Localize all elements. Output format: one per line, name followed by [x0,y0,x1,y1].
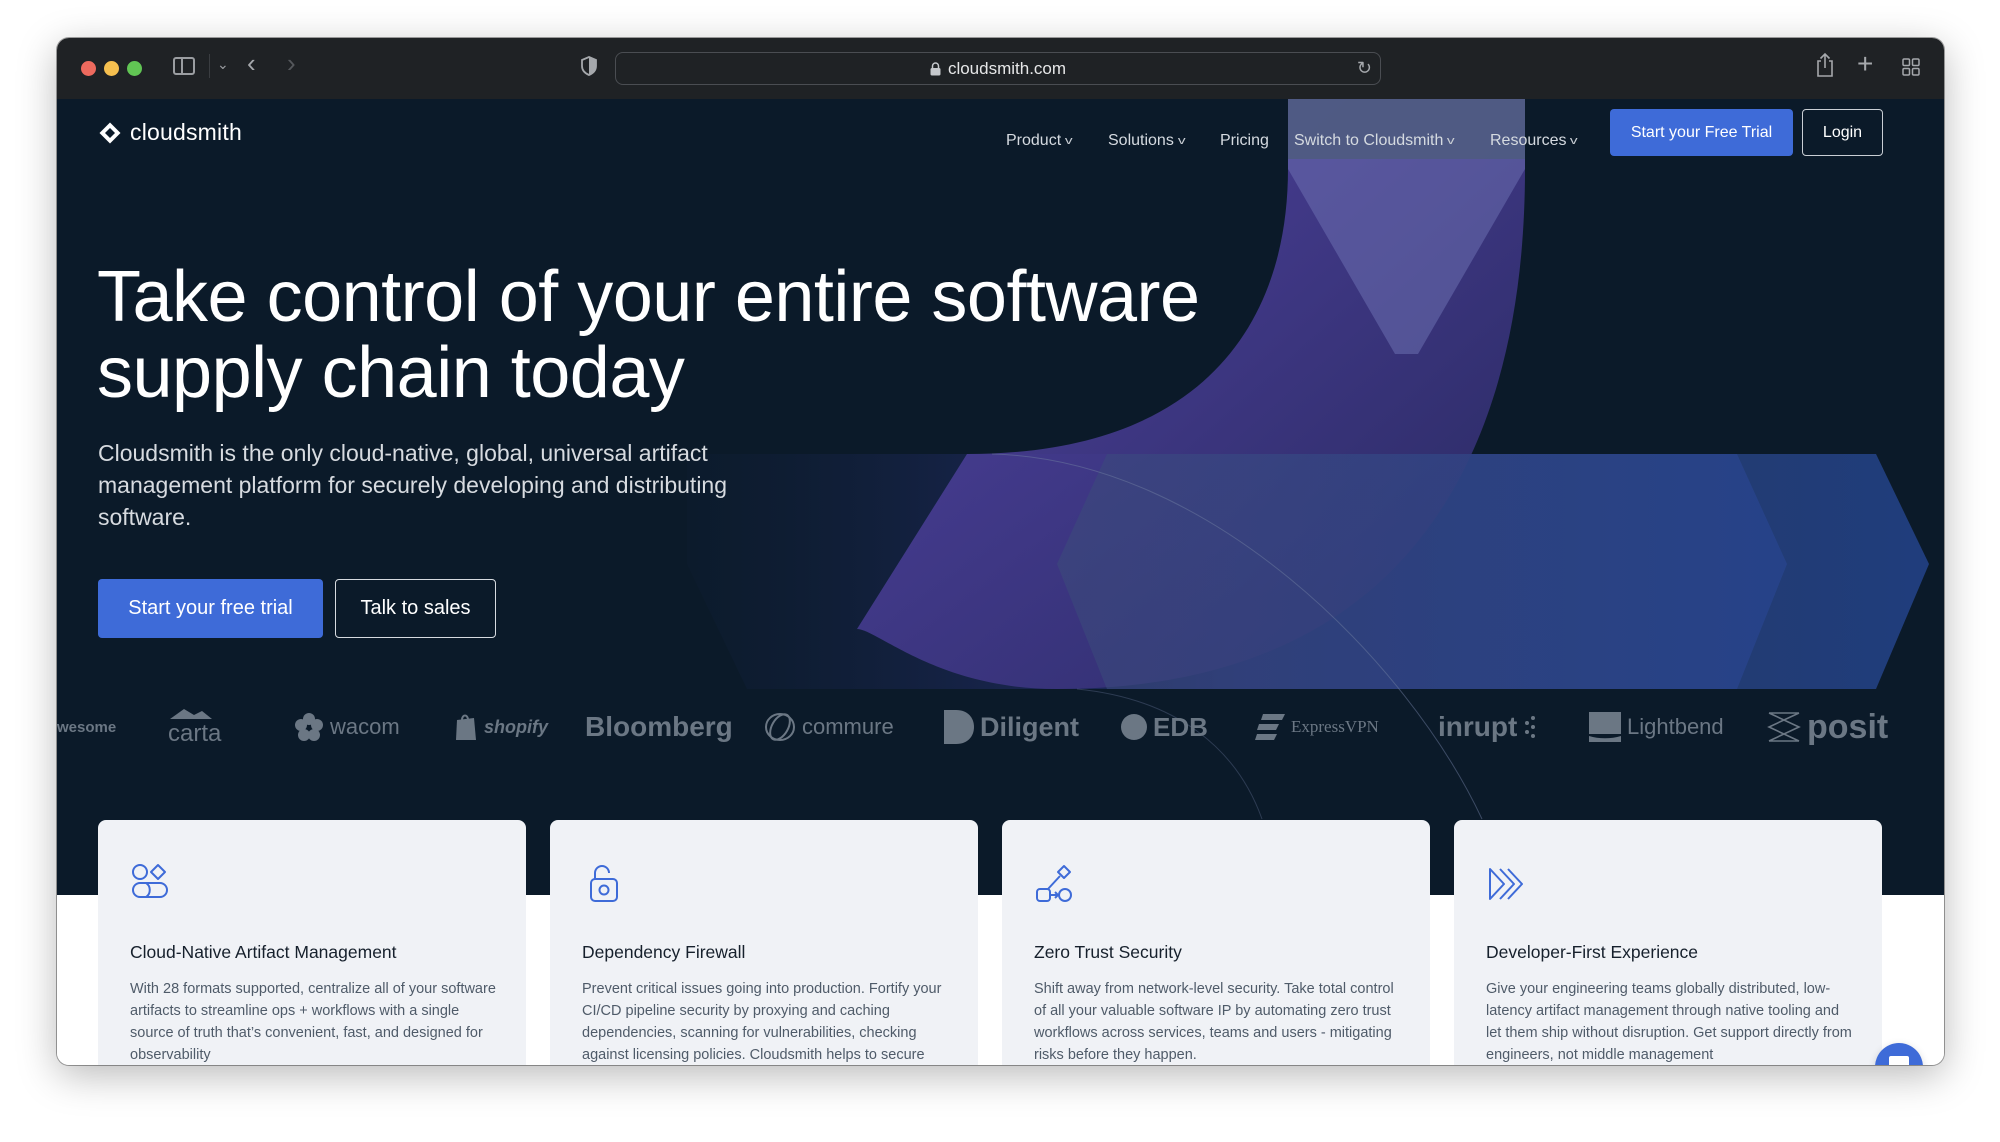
wacom-flower-icon [295,713,323,741]
nav-item-label: Switch to Cloudsmith [1294,132,1444,149]
toolbar-divider [209,54,210,78]
nav-item-resources[interactable]: Resources v [1490,132,1579,150]
shapes-icon [132,864,168,898]
chevron-down-icon: v [1570,135,1579,147]
address-bar[interactable]: cloudsmith.com ↻ [615,52,1381,85]
sidebar-icon[interactable] [173,57,195,75]
logo-wacom: wacom [294,697,400,757]
card-description: With 28 formats supported, centralize al… [130,981,496,1063]
card-title: Developer-First Experience [1486,942,1699,962]
logo-carta: carta [168,697,221,757]
reload-icon[interactable]: ↻ [1357,58,1372,79]
nav-item-label: Pricing [1220,132,1269,149]
shopify-bag-icon [456,714,476,740]
chat-widget-button[interactable] [1875,1043,1923,1065]
logo-text: wacom [330,714,400,739]
chevron-down-icon: v [1447,135,1455,147]
headline-line-2: supply chain today [97,333,685,413]
cloudsmith-logo-icon [99,122,121,143]
hero-subtext: Cloudsmith is the only cloud-native, glo… [98,440,728,530]
nav-item-solutions[interactable]: Solutions v [1108,132,1186,150]
logo-text: inrupt [1438,711,1518,742]
expressvpn-icon [1255,714,1285,740]
new-tab-button[interactable]: + [1857,48,1873,80]
edb-elephant-icon [1121,714,1147,740]
logo-text: Lightbend [1627,714,1724,739]
chevron-down-icon: v [1177,135,1186,147]
diligent-d-icon [944,710,974,744]
card-title: Zero Trust Security [1034,942,1182,962]
url-text: cloudsmith.com [947,58,1067,78]
page-content: cloudsmith Product v Solutions v Pricing… [57,99,1944,1065]
posit-icon [1767,712,1801,742]
browser-window: ⌄ ‹ › cloudsmith.com ↻ + cloudsmith Prod… [57,38,1944,1065]
logo-lightbend: Lightbend [1589,697,1724,757]
logo-text: Bloomberg [585,711,733,742]
nav-item-pricing[interactable]: Pricing [1220,132,1269,150]
unlock-icon [590,865,618,902]
card-description: Prevent critical issues going into produ… [582,981,942,1063]
feature-card-dependency-firewall[interactable]: Dependency Firewall Prevent critical iss… [550,820,978,1065]
card-description: Give your engineering teams globally dis… [1486,981,1852,1063]
feature-card-zero-trust[interactable]: Zero Trust Security Shift away from netw… [1002,820,1430,1065]
share-icon[interactable] [1815,52,1835,78]
grid-icon[interactable] [1902,58,1920,76]
logo-text: ExpressVPN [1291,717,1379,736]
login-button[interactable]: Login [1802,109,1883,156]
logo-text: wesome [57,718,117,736]
customer-logos-strip: wesome carta wacom shopify Bloomberg com… [57,697,1944,767]
chat-icon [1889,1056,1909,1065]
close-window-button[interactable] [81,61,96,76]
logo-shopify: shopify [454,697,548,757]
logo-awesome: wesome [57,697,116,757]
logo-text: EDB [1153,711,1208,742]
logo-inrupt: inrupt [1438,697,1537,757]
start-free-trial-button[interactable]: Start your free trial [98,579,323,638]
back-button[interactable]: ‹ [247,48,256,79]
logo-text: carta [168,720,222,747]
logo-expressvpn: ExpressVPN [1255,697,1379,757]
logo-commure: commure [764,697,894,757]
logo-text: commure [802,714,894,739]
nav-item-label: Product [1006,132,1062,149]
maximize-window-button[interactable] [127,61,142,76]
logo-text: shopify [484,716,549,737]
chevron-down-icon[interactable]: ⌄ [217,56,229,73]
lock-icon [930,61,941,75]
start-free-trial-nav-button[interactable]: Start your Free Trial [1610,109,1793,156]
forward-button[interactable]: › [287,48,296,79]
logo-text: Diligent [980,711,1079,742]
lightbend-icon [1589,712,1621,742]
logo-diligent: Diligent [944,697,1079,757]
inrupt-dots-icon [1525,716,1536,738]
commure-ring-icon [765,713,795,741]
minimize-window-button[interactable] [104,61,119,76]
nav-item-label: Resources [1490,132,1567,149]
fast-forward-icon [1489,868,1523,900]
shield-icon[interactable] [581,56,597,76]
nav-item-switch-to-cloudsmith[interactable]: Switch to Cloudsmith v [1294,132,1455,150]
nav-item-product[interactable]: Product v [1006,132,1073,150]
chevron-down-icon: v [1065,135,1073,147]
browser-toolbar: ⌄ ‹ › cloudsmith.com ↻ + [57,38,1944,99]
hex-shape-right [1057,454,1929,689]
card-title: Dependency Firewall [582,942,746,962]
logo-text: cloudsmith [130,119,242,145]
nav-item-label: Solutions [1108,132,1174,149]
feature-card-artifact-management[interactable]: Cloud-Native Artifact Management With 28… [98,820,526,1065]
logo-posit: posit [1767,697,1888,757]
logo-edb: EDB [1121,697,1208,757]
hero-headline: Take control of your entire software sup… [97,259,1297,411]
card-title: Cloud-Native Artifact Management [130,942,397,962]
headline-line-1: Take control of your entire software [97,257,1200,337]
feature-card-developer-first[interactable]: Developer-First Experience Give your eng… [1454,820,1882,1065]
cloudsmith-logo[interactable]: cloudsmith [98,119,242,146]
card-description: Shift away from network-level security. … [1034,981,1394,1063]
logo-bloomberg: Bloomberg [585,697,733,757]
workflow-icon [1036,865,1072,902]
talk-to-sales-button[interactable]: Talk to sales [335,579,496,638]
logo-text: posit [1807,707,1889,746]
